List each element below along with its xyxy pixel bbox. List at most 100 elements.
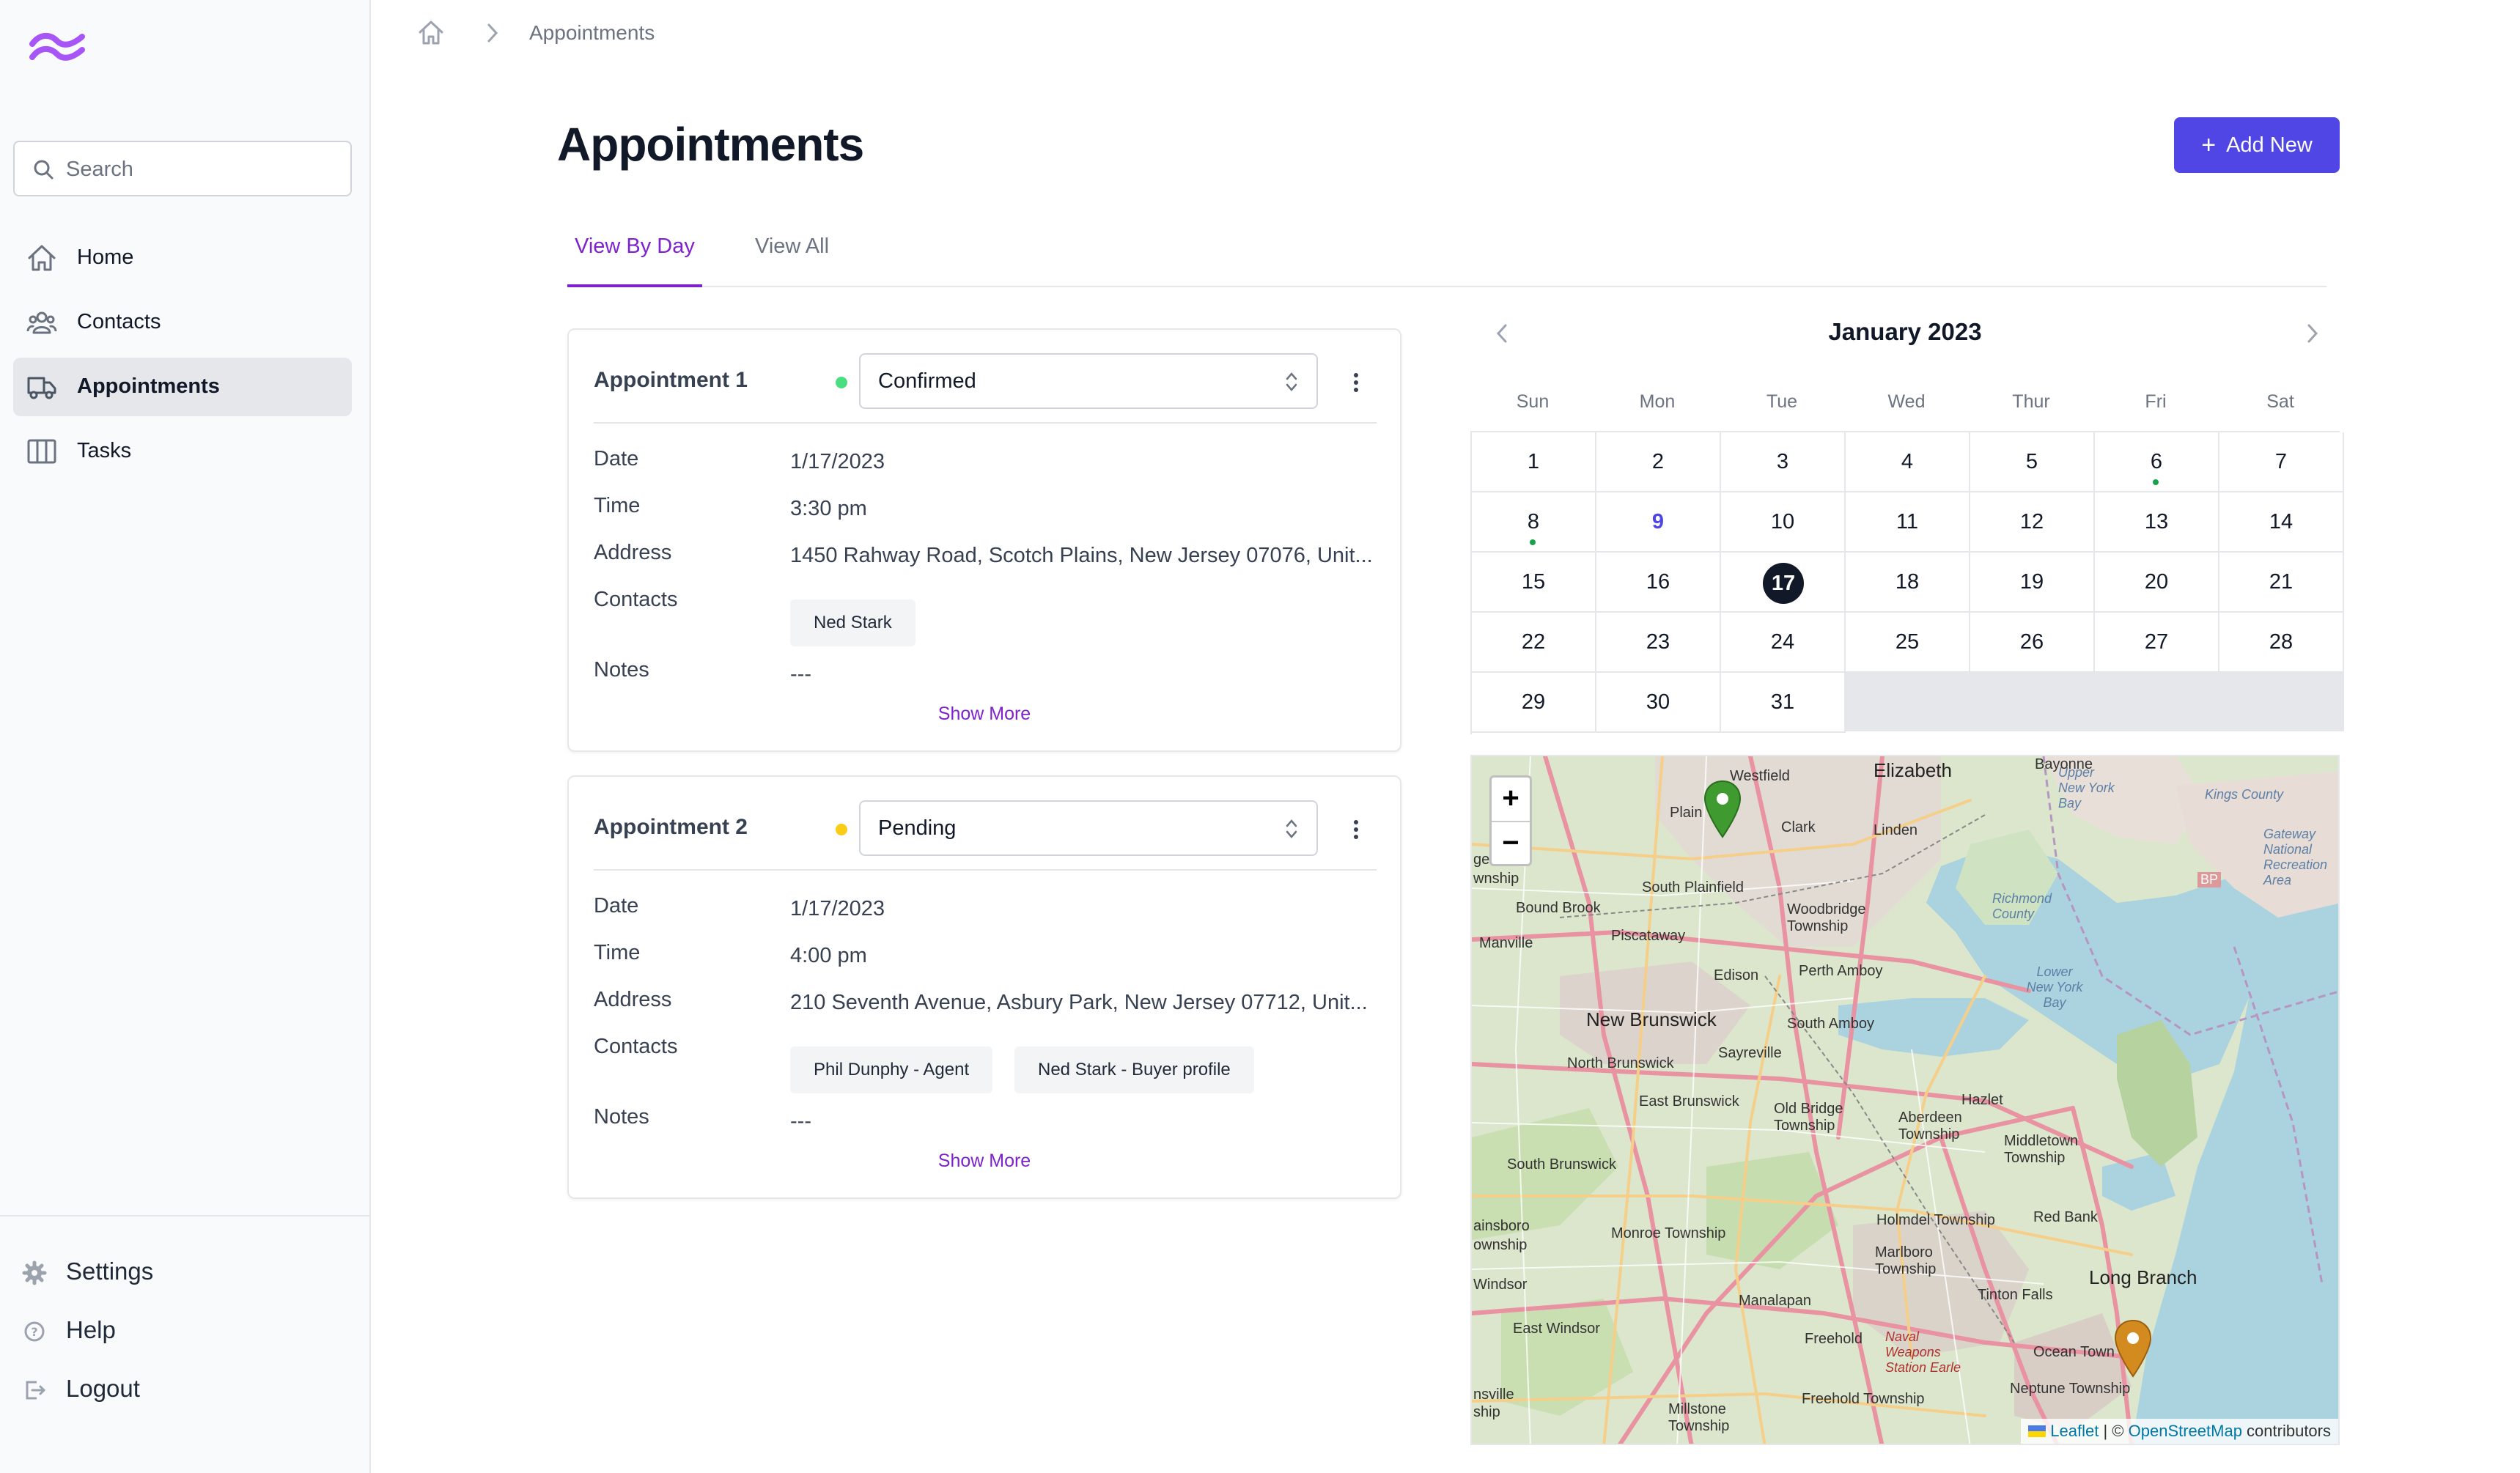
map-place-label: Red Bank bbox=[2033, 1209, 2098, 1225]
calendar-day[interactable]: 30 bbox=[1596, 673, 1721, 733]
calendar-day[interactable]: 1 bbox=[1472, 432, 1596, 492]
help-label: Help bbox=[66, 1316, 116, 1343]
page-title: Appointments bbox=[557, 118, 864, 171]
map-place-label: ship bbox=[1473, 1404, 1500, 1420]
logout-icon bbox=[26, 1381, 46, 1400]
notes-value: --- bbox=[790, 1110, 811, 1133]
calendar-day[interactable]: 6 bbox=[2095, 432, 2219, 492]
calendar-day[interactable]: 9 bbox=[1596, 492, 1721, 553]
map-marker-icon[interactable] bbox=[2114, 1319, 2152, 1378]
tab-view-all[interactable]: View All bbox=[755, 220, 858, 287]
weekday-label: Sat bbox=[2266, 391, 2294, 412]
calendar-day[interactable]: 26 bbox=[1970, 613, 2095, 673]
truck-icon bbox=[27, 377, 56, 399]
columns-icon bbox=[27, 439, 56, 464]
tab-view-by-day[interactable]: View By Day bbox=[567, 220, 702, 287]
map-place-label: Elizabeth bbox=[1874, 759, 1952, 781]
nav-item-appointments[interactable]: Appointments bbox=[13, 358, 352, 416]
home-icon[interactable] bbox=[416, 18, 446, 48]
calendar-day[interactable]: 19 bbox=[1970, 553, 2095, 613]
help-link[interactable]: ? Help bbox=[22, 1304, 345, 1363]
calendar-day[interactable]: 20 bbox=[2095, 553, 2219, 613]
calendar-day[interactable]: 18 bbox=[1846, 553, 1970, 613]
status-dot bbox=[836, 377, 847, 388]
calendar-day[interactable]: 23 bbox=[1596, 613, 1721, 673]
time-label: Time bbox=[594, 941, 641, 964]
chevron-right-icon[interactable] bbox=[2305, 321, 2321, 346]
svg-text:?: ? bbox=[31, 1325, 37, 1339]
search-box[interactable] bbox=[13, 141, 352, 196]
calendar-day[interactable]: 15 bbox=[1472, 553, 1596, 613]
calendar-day-number: 2 bbox=[1651, 450, 1665, 473]
calendar-day[interactable]: 29 bbox=[1472, 673, 1596, 733]
show-more-link[interactable]: Show More bbox=[569, 1151, 1400, 1172]
notes-label: Notes bbox=[594, 658, 649, 682]
date-label: Date bbox=[594, 447, 639, 470]
status-select[interactable]: Pending bbox=[859, 800, 1318, 856]
settings-link[interactable]: Settings bbox=[22, 1246, 345, 1304]
breadcrumb-current[interactable]: Appointments bbox=[529, 21, 655, 45]
more-options-icon[interactable] bbox=[1349, 368, 1363, 397]
zoom-out-button[interactable]: − bbox=[1492, 822, 1530, 865]
calendar-day[interactable]: 14 bbox=[2219, 492, 2344, 553]
nav-item-contacts[interactable]: Contacts bbox=[13, 293, 352, 352]
sidebar: Home Contacts Appointments bbox=[0, 0, 371, 1473]
contact-chip[interactable]: Ned Stark bbox=[790, 599, 915, 646]
contact-chip[interactable]: Phil Dunphy - Agent bbox=[790, 1046, 993, 1093]
calendar-day[interactable]: 22 bbox=[1472, 613, 1596, 673]
event-dot bbox=[2153, 479, 2159, 485]
calendar-day[interactable]: 2 bbox=[1596, 432, 1721, 492]
calendar-day-number: 1 bbox=[1527, 450, 1540, 473]
contact-chip[interactable]: Ned Stark - Buyer profile bbox=[1014, 1046, 1254, 1093]
calendar-day[interactable]: 24 bbox=[1721, 613, 1846, 673]
map-place-label: Manalapan bbox=[1739, 1293, 1811, 1309]
calendar-day-number: 13 bbox=[2144, 510, 2169, 534]
calendar-day[interactable]: 16 bbox=[1596, 553, 1721, 613]
calendar-day[interactable]: 7 bbox=[2219, 432, 2344, 492]
calendar-day[interactable]: 4 bbox=[1846, 432, 1970, 492]
leaflet-link[interactable]: Leaflet bbox=[2050, 1422, 2099, 1441]
calendar-day-number: 26 bbox=[2019, 630, 2044, 654]
calendar-day[interactable]: 10 bbox=[1721, 492, 1846, 553]
status-value: Confirmed bbox=[878, 369, 976, 393]
map-place-label: Clark bbox=[1781, 819, 1816, 835]
add-new-button[interactable]: + Add New bbox=[2174, 117, 2340, 173]
map[interactable]: Westfield Elizabeth Bayonne Clark Linden… bbox=[1470, 755, 2340, 1445]
appointment-title: Appointment 1 bbox=[594, 368, 748, 392]
ukraine-flag-icon bbox=[2028, 1425, 2046, 1437]
calendar-day[interactable]: 12 bbox=[1970, 492, 2095, 553]
calendar-day[interactable]: 21 bbox=[2219, 553, 2344, 613]
logout-link[interactable]: Logout bbox=[22, 1363, 345, 1422]
map-place-label: Piscataway bbox=[1611, 928, 1686, 944]
calendar-day[interactable]: 13 bbox=[2095, 492, 2219, 553]
address-label: Address bbox=[594, 541, 672, 564]
main-nav: Home Contacts Appointments Tasks bbox=[13, 229, 352, 487]
appointment-card: Appointment 1 Confirmed Date 1/17/2023 T… bbox=[567, 328, 1401, 752]
show-more-link[interactable]: Show More bbox=[569, 704, 1400, 725]
map-marker-icon[interactable] bbox=[1703, 780, 1742, 838]
status-select[interactable]: Confirmed bbox=[859, 353, 1318, 409]
map-place-label: Windsor bbox=[1473, 1277, 1528, 1293]
calendar-day-number: 27 bbox=[2144, 630, 2169, 654]
calendar-day[interactable]: 27 bbox=[2095, 613, 2219, 673]
notes-value: --- bbox=[790, 662, 811, 686]
calendar-day-number: 30 bbox=[1646, 690, 1670, 714]
nav-item-tasks[interactable]: Tasks bbox=[13, 422, 352, 481]
calendar-day[interactable]: 8 bbox=[1472, 492, 1596, 553]
calendar-day[interactable]: 28 bbox=[2219, 613, 2344, 673]
calendar-day[interactable]: 25 bbox=[1846, 613, 1970, 673]
osm-link[interactable]: OpenStreetMap bbox=[2129, 1422, 2242, 1441]
more-options-icon[interactable] bbox=[1349, 815, 1363, 844]
nav-item-home[interactable]: Home bbox=[13, 229, 352, 287]
map-place-label: Plain bbox=[1670, 805, 1703, 821]
gear-icon bbox=[22, 1260, 47, 1285]
calendar-day[interactable]: 11 bbox=[1846, 492, 1970, 553]
search-input[interactable] bbox=[66, 152, 337, 186]
calendar-day[interactable]: 17 bbox=[1721, 553, 1846, 613]
calendar-day[interactable]: 3 bbox=[1721, 432, 1846, 492]
calendar-day[interactable]: 31 bbox=[1721, 673, 1846, 733]
app-logo[interactable] bbox=[29, 28, 85, 64]
calendar-day[interactable]: 5 bbox=[1970, 432, 2095, 492]
select-arrows-icon bbox=[1286, 372, 1297, 391]
zoom-in-button[interactable]: + bbox=[1492, 778, 1530, 820]
